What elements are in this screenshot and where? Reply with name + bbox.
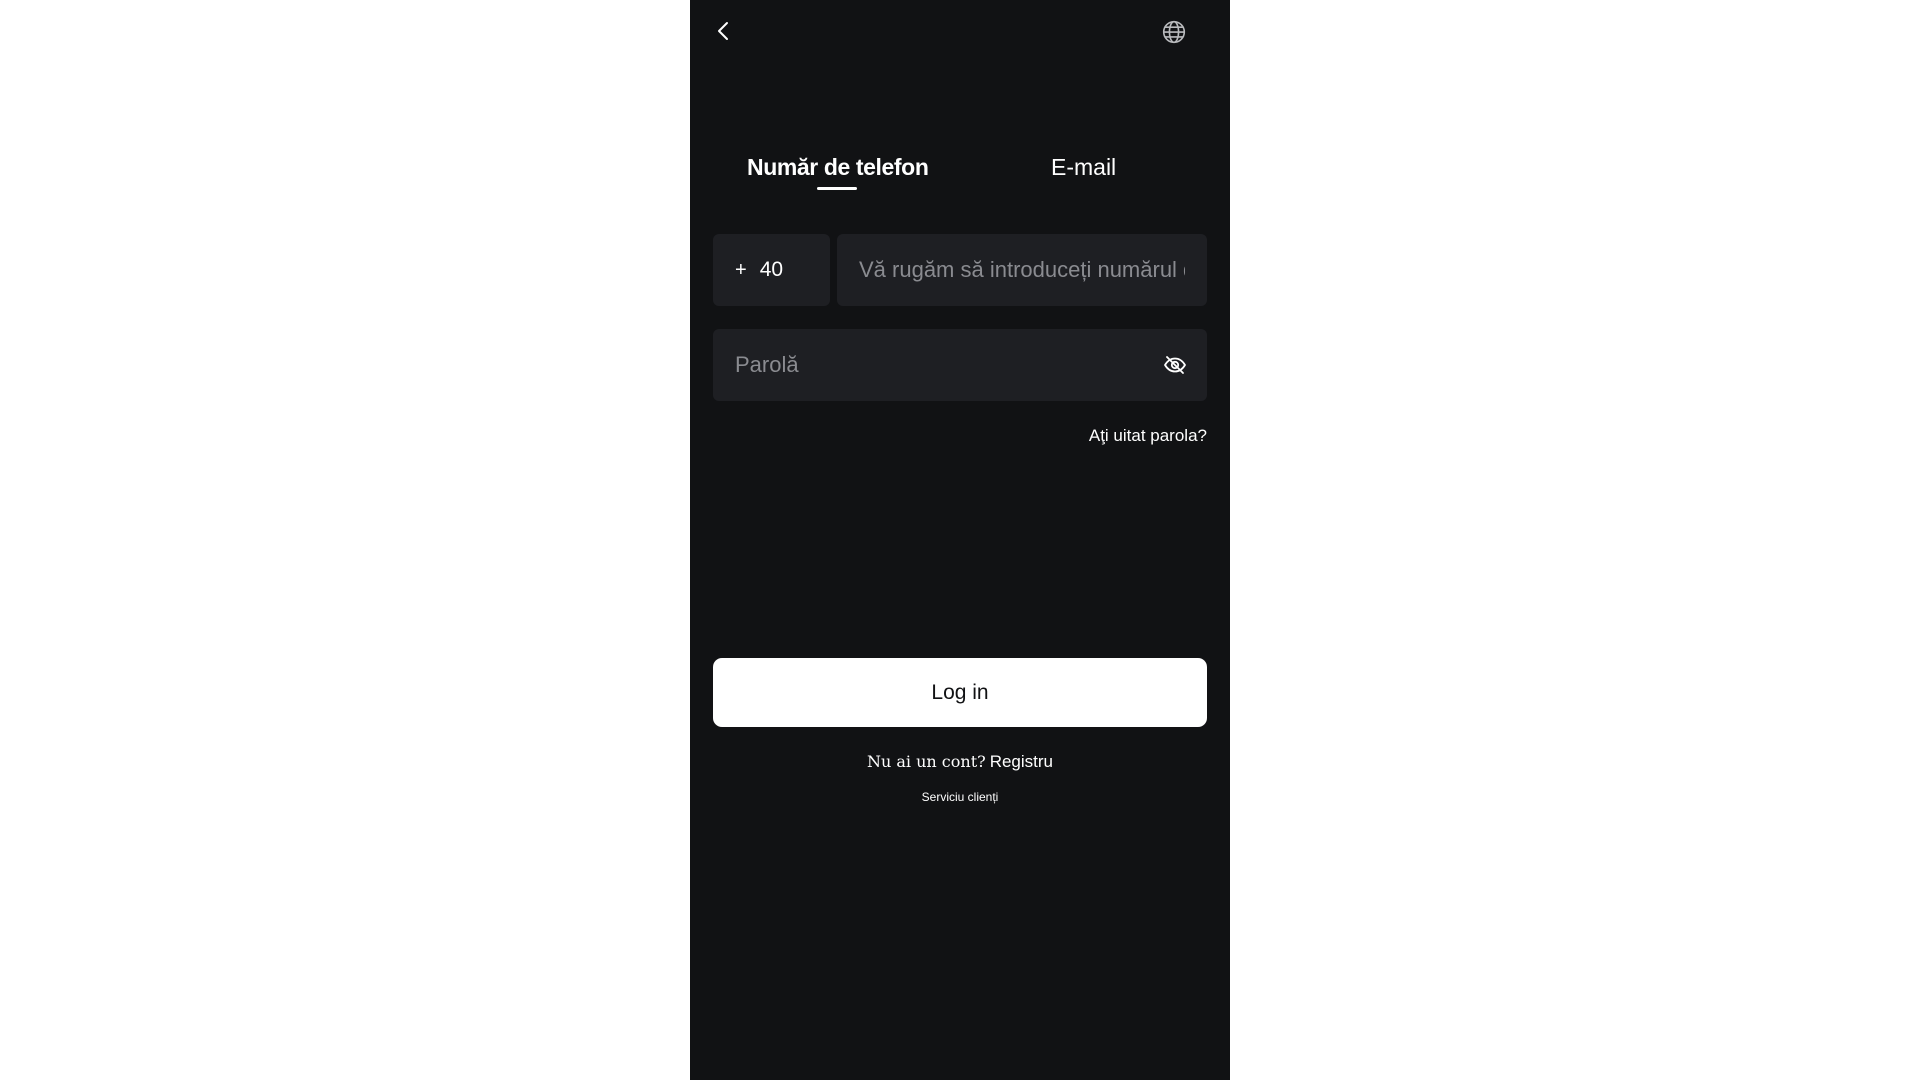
register-line: Nu ai un cont? Registru [690, 752, 1230, 772]
phone-input[interactable] [859, 234, 1185, 306]
tab-email[interactable]: E-mail [1051, 146, 1116, 188]
phone-field [837, 234, 1207, 306]
password-input[interactable] [735, 329, 1135, 401]
eye-off-icon [1164, 356, 1186, 374]
password-field [713, 329, 1207, 401]
password-visibility-toggle[interactable] [1163, 353, 1187, 377]
globe-icon [1162, 20, 1186, 44]
login-screen: Număr de telefon E-mail + 40 Aţi uitat p… [690, 0, 1230, 1080]
chevron-left-icon [718, 22, 728, 40]
customer-service-link[interactable]: Serviciu clienți [690, 790, 1230, 804]
language-button[interactable] [1154, 12, 1194, 52]
register-prompt: Nu ai un cont? [866, 752, 986, 771]
tab-phone-number[interactable]: Număr de telefon [747, 146, 929, 188]
country-code-selector[interactable]: + 40 [713, 234, 830, 306]
back-button[interactable] [704, 11, 744, 51]
register-link[interactable]: Registru [990, 752, 1053, 771]
login-button[interactable]: Log in [713, 658, 1207, 727]
forgot-password-link[interactable]: Aţi uitat parola? [1089, 426, 1207, 446]
country-code-prefix: + [735, 258, 747, 281]
country-code-value: 40 [759, 258, 784, 281]
active-tab-indicator [817, 187, 857, 190]
login-method-tabs: Număr de telefon E-mail [690, 146, 1230, 196]
